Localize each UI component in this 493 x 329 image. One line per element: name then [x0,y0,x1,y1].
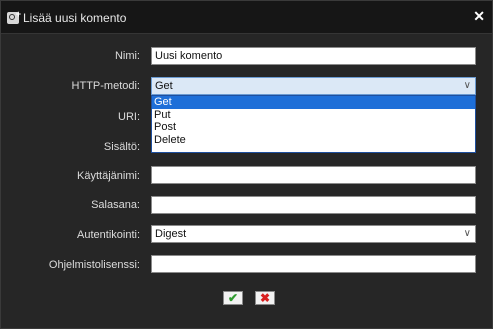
cancel-button[interactable]: ✖ [255,291,275,305]
password-label: Salasana: [91,199,140,211]
dialog-titlebar: + Lisää uusi komento ✕ [1,1,492,34]
http-method-dropdown: Get Put Post Delete [151,95,476,153]
add-command-dialog: + Lisää uusi komento ✕ Nimi: Uusi koment… [0,0,493,329]
gear-icon [9,14,15,20]
http-method-value: Get [155,80,173,92]
http-method-option-delete[interactable]: Delete [152,134,475,147]
cross-icon: ✖ [259,291,271,305]
dialog-title: Lisää uusi komento [23,11,127,25]
checkmark-icon: ✔ [227,291,239,305]
authentication-label: Autentikointi: [77,229,140,241]
content-label: Sisältö: [103,141,140,153]
name-label: Nimi: [114,50,140,62]
authentication-select[interactable]: Digest ∨ [151,225,476,243]
http-method-option-post[interactable]: Post [152,121,475,134]
plus-icon: + [15,9,21,19]
settings-add-icon: + [7,9,21,24]
username-input[interactable] [151,166,476,184]
username-label: Käyttäjänimi: [77,170,140,182]
http-method-option-get[interactable]: Get [152,96,475,109]
license-input[interactable] [151,255,476,273]
http-method-label: HTTP-metodi: [71,80,140,92]
name-input[interactable]: Uusi komento [151,47,476,65]
password-input[interactable] [151,196,476,214]
close-icon[interactable]: ✕ [473,8,485,25]
chevron-down-icon: ∨ [463,228,471,239]
authentication-value: Digest [155,228,187,240]
ok-button[interactable]: ✔ [223,291,243,305]
uri-label: URI: [118,111,140,123]
http-method-option-put[interactable]: Put [152,109,475,122]
license-label: Ohjelmistolisenssi: [48,259,140,271]
chevron-down-icon: ∨ [463,80,471,91]
http-method-select[interactable]: Get ∨ [151,77,476,95]
